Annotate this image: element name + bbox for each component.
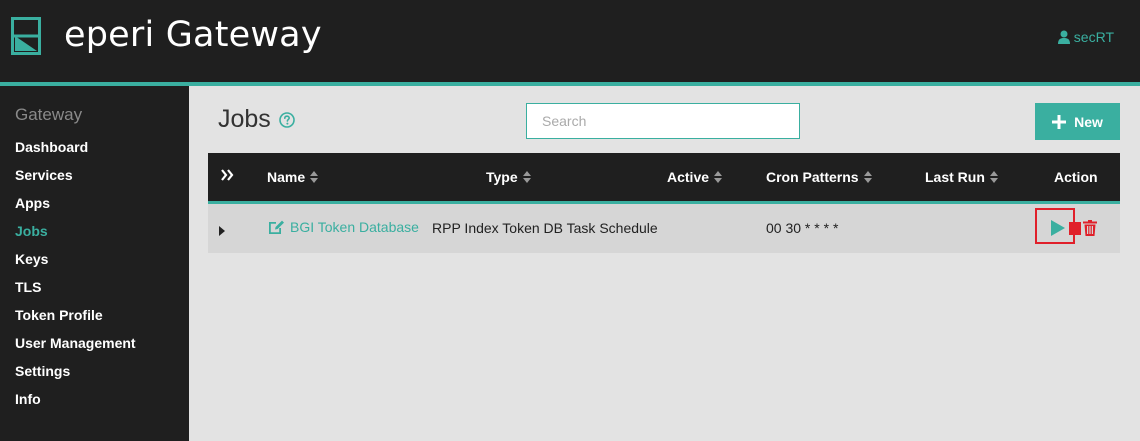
trash-icon — [1083, 220, 1097, 236]
delete-job-button[interactable] — [1083, 220, 1097, 239]
job-name: BGI Token Database — [290, 219, 419, 235]
column-header-name[interactable]: Name — [267, 169, 319, 185]
sort-icon — [714, 171, 723, 183]
user-icon — [1057, 30, 1070, 44]
plus-icon — [1052, 114, 1067, 129]
job-cron: 00 30 * * * * — [766, 220, 839, 236]
sidebar-item-apps[interactable]: Apps — [15, 195, 50, 211]
double-chevron-right-icon — [221, 169, 234, 181]
sidebar-item-tls[interactable]: TLS — [15, 279, 41, 295]
sidebar-item-dashboard[interactable]: Dashboard — [15, 139, 88, 155]
new-button-label: New — [1074, 113, 1103, 130]
help-icon[interactable] — [279, 111, 295, 128]
column-header-cron[interactable]: Cron Patterns — [766, 169, 873, 185]
sidebar-section-title: Gateway — [15, 105, 83, 124]
table-row: BGI Token Database RPP Index Token DB Ta… — [208, 204, 1120, 253]
sidebar-item-keys[interactable]: Keys — [15, 251, 48, 267]
column-action-label: Action — [1054, 169, 1098, 185]
username-label: secRT — [1073, 29, 1114, 45]
caret-right-icon — [219, 226, 225, 236]
sidebar-item-user-management[interactable]: User Management — [15, 335, 136, 351]
column-last-run-label: Last Run — [925, 169, 985, 185]
column-name-label: Name — [267, 169, 306, 185]
column-header-action: Action — [1054, 169, 1098, 185]
sidebar-item-token-profile[interactable]: Token Profile — [15, 307, 103, 323]
sort-icon — [310, 171, 319, 183]
edit-icon — [269, 220, 284, 234]
app-title: eperi Gateway — [64, 15, 322, 55]
column-cron-label: Cron Patterns — [766, 169, 859, 185]
sidebar-item-settings[interactable]: Settings — [15, 363, 70, 379]
expand-all-toggle[interactable] — [220, 168, 234, 182]
user-menu[interactable]: secRT — [1057, 29, 1114, 45]
column-header-last-run[interactable]: Last Run — [925, 169, 999, 185]
page-title: Jobs — [218, 105, 271, 133]
table-header: Name Type Active Cron Patterns Last Run … — [208, 153, 1120, 201]
column-type-label: Type — [486, 169, 518, 185]
top-bar: eperi Gateway secRT — [0, 0, 1140, 82]
highlight-box — [1035, 208, 1075, 244]
sidebar-item-services[interactable]: Services — [15, 167, 73, 183]
sort-icon — [522, 171, 531, 183]
row-expand-toggle[interactable] — [219, 223, 225, 239]
page-title-group: Jobs — [218, 105, 295, 134]
column-header-type[interactable]: Type — [486, 169, 532, 185]
sidebar-item-jobs[interactable]: Jobs — [15, 223, 48, 239]
search-input[interactable] — [526, 103, 800, 139]
sidebar: Gateway Dashboard Services Apps Jobs Key… — [0, 86, 189, 441]
job-type: RPP Index Token DB Task Schedule — [432, 220, 658, 236]
sidebar-item-info[interactable]: Info — [15, 391, 41, 407]
sort-icon — [863, 171, 872, 183]
new-job-button[interactable]: New — [1035, 103, 1120, 140]
column-header-active[interactable]: Active — [667, 169, 723, 185]
gateway-logo-icon — [11, 17, 41, 55]
column-active-label: Active — [667, 169, 710, 185]
sort-icon — [989, 171, 998, 183]
job-name-link[interactable]: BGI Token Database — [267, 219, 419, 235]
